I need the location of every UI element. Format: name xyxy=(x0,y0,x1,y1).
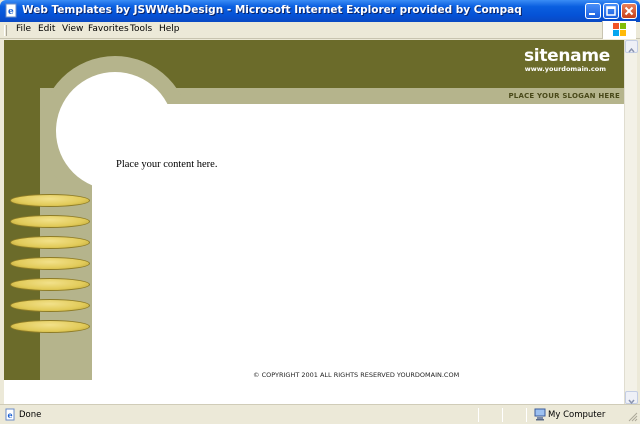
status-text: Done xyxy=(19,410,42,420)
nav-button-7[interactable] xyxy=(10,320,90,333)
title-bar[interactable]: e Web Templates by JSWWebDesign - Micros… xyxy=(0,0,640,22)
browser-window: e Web Templates by JSWWebDesign - Micros… xyxy=(0,0,640,424)
security-zone: My Computer xyxy=(548,410,606,420)
page-done-icon: e xyxy=(5,408,15,421)
menu-file[interactable]: File xyxy=(16,24,31,34)
nav-button-3[interactable] xyxy=(10,236,90,249)
page-viewport: sitename www.yourdomain.com PLACE YOUR S… xyxy=(4,40,624,404)
menu-edit[interactable]: Edit xyxy=(38,24,55,34)
menu-grip[interactable] xyxy=(4,25,7,36)
maximize-icon xyxy=(606,6,616,16)
status-divider xyxy=(502,408,503,422)
content-area xyxy=(92,104,624,404)
page-content: Place your content here. xyxy=(116,159,218,170)
menu-view[interactable]: View xyxy=(62,24,83,34)
copyright-notice: © COPYRIGHT 2001 ALL RIGHTS RESERVED YOU… xyxy=(253,371,460,379)
nav-button-2[interactable] xyxy=(10,215,90,228)
nav-button-1[interactable] xyxy=(10,194,90,207)
svg-text:e: e xyxy=(8,7,14,17)
left-sidebar xyxy=(4,88,40,380)
nav-button-4[interactable] xyxy=(10,257,90,270)
site-name[interactable]: sitename xyxy=(524,46,610,66)
maximize-button[interactable] xyxy=(603,3,619,19)
corner-arc-inner xyxy=(56,72,174,190)
scroll-up-button[interactable] xyxy=(625,40,638,53)
ie-page-icon: e xyxy=(5,3,17,18)
status-divider xyxy=(478,408,479,422)
close-button[interactable] xyxy=(621,3,637,19)
menu-favorites[interactable]: Favorites xyxy=(88,24,129,34)
chevron-up-icon xyxy=(628,47,635,53)
status-divider xyxy=(526,408,527,422)
nav-button-5[interactable] xyxy=(10,278,90,291)
svg-text:e: e xyxy=(8,410,13,420)
my-computer-icon xyxy=(534,408,546,421)
resize-grip-icon[interactable] xyxy=(626,410,638,422)
minimize-icon xyxy=(589,13,595,15)
site-domain: www.yourdomain.com xyxy=(524,65,606,73)
scroll-down-button[interactable] xyxy=(625,391,638,405)
windows-logo-icon xyxy=(602,21,636,39)
menu-bar: File Edit View Favorites Tools Help xyxy=(0,22,640,39)
window-title: Web Templates by JSWWebDesign - Microsof… xyxy=(22,4,522,16)
nav-button-6[interactable] xyxy=(10,299,90,312)
sidebar-footer xyxy=(4,380,92,404)
vertical-scrollbar[interactable] xyxy=(624,40,638,405)
status-bar: e Done My Computer xyxy=(0,404,640,424)
menu-help[interactable]: Help xyxy=(159,24,180,34)
site-slogan: PLACE YOUR SLOGAN HERE xyxy=(508,92,620,100)
close-icon xyxy=(624,6,634,16)
minimize-button[interactable] xyxy=(585,3,601,19)
menu-tools[interactable]: Tools xyxy=(130,24,152,34)
